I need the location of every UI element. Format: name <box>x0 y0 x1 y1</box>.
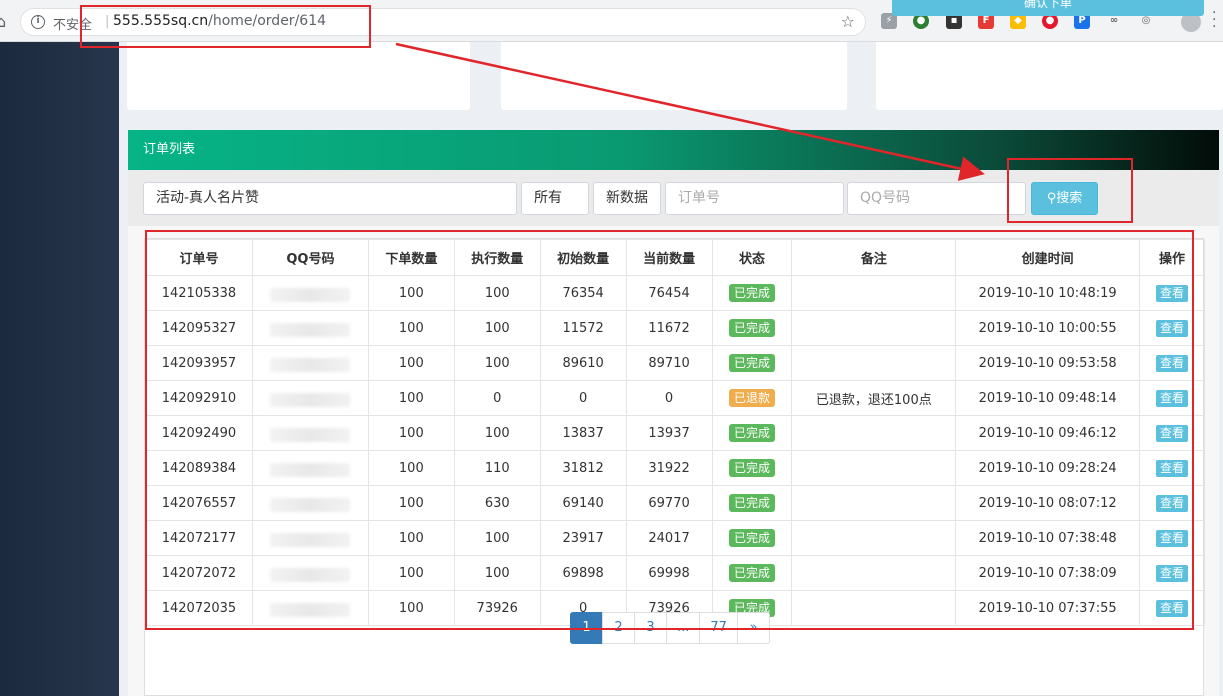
annotation-arrow <box>395 42 985 181</box>
